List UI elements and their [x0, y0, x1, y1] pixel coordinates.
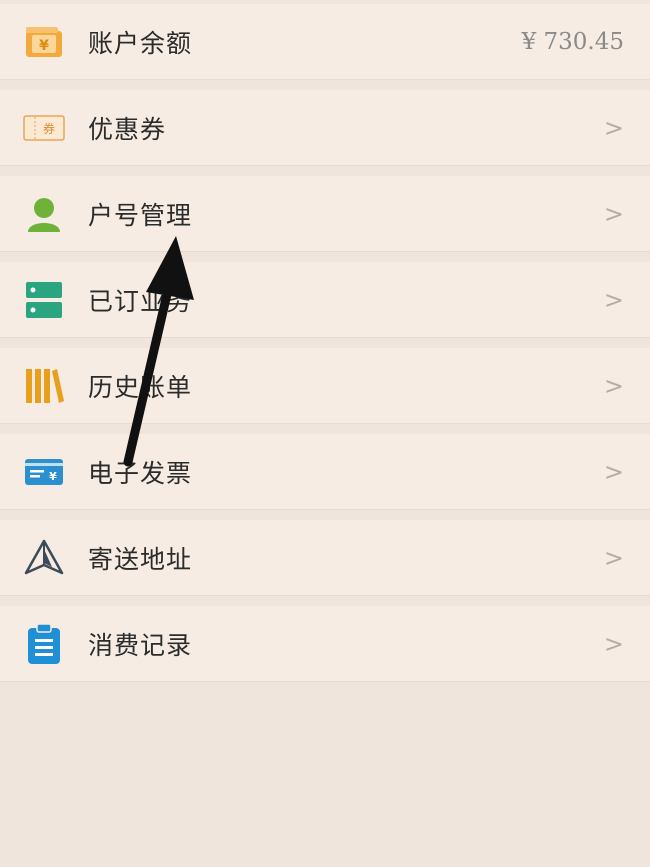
paper-plane-icon: [22, 536, 66, 580]
menu-item-e-invoice[interactable]: ¥ 电子发票 >: [0, 434, 650, 510]
coupon-icon-glyph: 券: [43, 121, 55, 136]
yuan-icon-glyph: ¥: [39, 38, 49, 54]
books-icon: [22, 364, 66, 408]
chevron-right-icon: >: [603, 543, 624, 572]
server-icon: [22, 278, 66, 322]
menu-item-label: 账户余额: [88, 28, 193, 58]
invoice-yuan-glyph: ¥: [49, 470, 57, 483]
empty-area: [0, 688, 650, 867]
menu-item-label: 寄送地址: [88, 544, 193, 574]
menu-item-label: 历史账单: [88, 372, 193, 402]
menu-item-account-management[interactable]: 户号管理 >: [0, 176, 650, 252]
menu-item-coupons[interactable]: 券 优惠券 >: [0, 90, 650, 166]
balance-value: ¥ 730.45: [521, 28, 624, 55]
menu-item-bill-history[interactable]: 历史账单 >: [0, 348, 650, 424]
menu-item-mailing-address[interactable]: 寄送地址 >: [0, 520, 650, 596]
menu-item-label: 电子发票: [88, 458, 193, 488]
menu-item-label: 已订业务: [88, 286, 193, 316]
invoice-icon: ¥: [22, 450, 66, 494]
menu-item-label: 户号管理: [88, 200, 193, 230]
coupon-icon: 券: [22, 106, 66, 150]
clipboard-icon: [22, 622, 66, 666]
chevron-right-icon: >: [603, 371, 624, 400]
chevron-right-icon: >: [603, 199, 624, 228]
chevron-right-icon: >: [603, 113, 624, 142]
menu-item-label: 消费记录: [88, 630, 193, 660]
chevron-right-icon: >: [603, 285, 624, 314]
yuan-wallet-icon: ¥: [22, 20, 66, 64]
menu-item-consumption-records[interactable]: 消费记录 >: [0, 606, 650, 682]
menu-item-account-balance[interactable]: ¥ 账户余额 ¥ 730.45: [0, 4, 650, 80]
user-icon: [22, 192, 66, 236]
chevron-right-icon: >: [603, 457, 624, 486]
chevron-right-icon: >: [603, 629, 624, 658]
menu-item-label: 优惠券: [88, 114, 167, 144]
menu-item-subscribed-services[interactable]: 已订业务 >: [0, 262, 650, 338]
